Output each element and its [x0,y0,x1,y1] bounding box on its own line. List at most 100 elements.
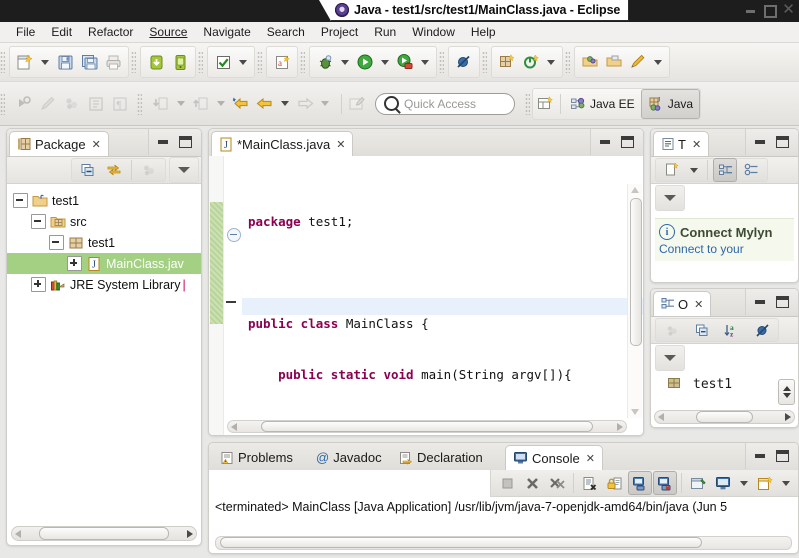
fold-collapse-icon[interactable] [227,228,241,242]
window-close-button[interactable]: ✕ [782,2,795,17]
pin-console-icon[interactable] [686,471,710,495]
editor-vscrollbar[interactable] [627,184,642,418]
maximize-icon[interactable] [776,296,789,308]
link-with-editor-icon[interactable] [102,158,126,182]
outline-item-package[interactable]: test1 [651,372,798,392]
scroll-right-icon[interactable] [617,422,623,431]
minimize-icon[interactable] [600,140,610,144]
open-task-icon[interactable] [602,50,626,74]
hscroll-thumb[interactable] [220,537,702,548]
debug-dropdown-caret[interactable] [337,50,353,74]
sort-az-icon[interactable]: az [720,318,744,342]
console-hscrollbar[interactable] [215,536,792,550]
scroll-right-icon[interactable] [187,529,193,538]
menu-navigate[interactable]: Navigate [195,23,258,41]
android-avd-manager-icon[interactable] [168,50,192,74]
hide-fields-icon[interactable] [750,318,774,342]
view-menu-icon[interactable] [655,185,685,211]
expander-collapse-icon[interactable] [13,193,28,208]
build-dropdown-caret[interactable] [235,50,251,74]
android-sdk-manager-icon[interactable] [144,50,168,74]
new-wizard-dropdown-caret[interactable] [37,50,53,74]
expander-collapse-icon[interactable] [31,214,46,229]
close-icon[interactable]: ✕ [92,138,101,151]
back-icon[interactable] [253,92,277,116]
close-icon[interactable]: ✕ [336,138,345,151]
display-selected-console-icon[interactable] [711,471,735,495]
menu-window[interactable]: Window [404,23,463,41]
new-java-class-icon[interactable]: a [270,50,294,74]
quick-access-input[interactable]: Quick Access [375,92,515,115]
toolbar-grip-5[interactable] [300,51,305,73]
toolbar-grip-6[interactable] [439,51,444,73]
scroll-left-icon[interactable] [15,529,21,538]
maximize-icon[interactable] [776,136,789,148]
toolbar-grip-3[interactable] [198,51,203,73]
expander-expand-icon[interactable] [31,277,46,292]
remove-launch-icon[interactable] [520,471,544,495]
menu-help[interactable]: Help [463,23,504,41]
external-tools-dropdown-caret[interactable] [417,50,433,74]
perspective-java[interactable]: J Java [640,88,701,119]
external-tools-icon[interactable] [393,50,417,74]
maximize-icon[interactable] [621,136,634,148]
skip-breakpoints-icon[interactable] [452,50,476,74]
tab-declaration[interactable]: Declaration [392,445,490,470]
editor-hscrollbar[interactable] [227,420,627,433]
toolbar-grip-8[interactable] [565,51,570,73]
menu-edit[interactable]: Edit [43,23,80,41]
debug-icon[interactable] [313,50,337,74]
lock-scroll-icon[interactable] [603,471,627,495]
categorized-view-icon[interactable] [713,158,737,182]
tab-mainclass-java[interactable]: J *MainClass.java ✕ [211,131,354,156]
toolbar-grip-7[interactable] [482,51,487,73]
new-elements-dropdown-caret[interactable] [543,50,559,74]
search-dropdown-caret[interactable] [650,50,666,74]
toolbar-grip[interactable] [0,51,5,73]
collapse-all-icon[interactable] [690,318,714,342]
mylyn-notice-subtitle[interactable]: Connect to your [659,242,790,256]
tab-problems[interactable]: Problems [213,445,300,470]
tab-console[interactable]: Console ✕ [505,445,603,470]
show-console-on-output-icon[interactable] [653,471,677,495]
menu-project[interactable]: Project [313,23,366,41]
open-perspective-icon[interactable] [533,92,557,116]
open-type-icon[interactable] [578,50,602,74]
new-task-icon[interactable] [660,158,684,182]
scroll-up-icon[interactable] [782,386,791,391]
close-icon[interactable]: ✕ [692,138,701,151]
toolbar-grip-4[interactable] [257,51,262,73]
minimize-icon[interactable] [755,140,765,144]
open-console-icon[interactable] [753,471,777,495]
editor-folding-ruler[interactable] [210,156,242,435]
outline-vscrollbar[interactable] [778,379,795,405]
minimize-icon[interactable] [755,300,765,304]
save-all-icon[interactable] [77,50,101,74]
collapse-all-icon[interactable] [76,158,100,182]
scroll-up-icon[interactable] [631,187,639,193]
display-console-dropdown-caret[interactable] [736,471,752,495]
hscroll-thumb[interactable] [39,527,169,540]
back-dropdown-caret[interactable] [277,92,293,116]
new-package-icon[interactable] [495,50,519,74]
clear-console-icon[interactable] [578,471,602,495]
hscroll-thumb[interactable] [696,411,753,423]
expander-expand-icon[interactable] [67,256,82,271]
tree-row-package[interactable]: test1 [7,232,201,253]
tree-row-jre-library[interactable]: JRE System Library | [7,274,201,295]
scroll-left-icon[interactable] [231,422,237,431]
code-area[interactable]: package test1; public class MainClass { … [242,156,643,435]
menu-file[interactable]: File [8,23,43,41]
run-dropdown-caret[interactable] [377,50,393,74]
new-task-dropdown-caret[interactable] [686,158,702,182]
tree-row-project[interactable]: test1 [7,190,201,211]
window-maximize-button[interactable] [763,3,777,18]
tab-outline[interactable]: O ✕ [653,291,712,316]
scheduled-view-icon[interactable] [739,158,763,182]
scroll-lock-icon[interactable] [628,471,652,495]
outline-hscrollbar[interactable] [654,410,795,424]
tab-package-explorer[interactable]: Package ✕ [9,131,109,156]
remove-all-terminated-icon[interactable] [545,471,569,495]
window-minimize-button[interactable] [744,3,757,16]
new-wizard-icon[interactable] [13,50,37,74]
